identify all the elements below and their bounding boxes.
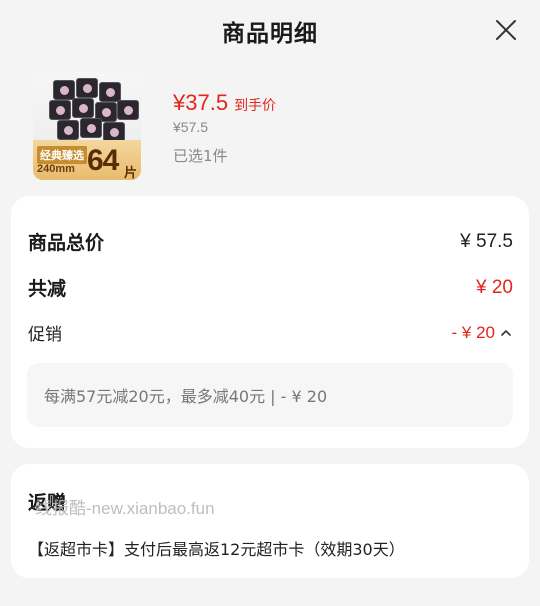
sheet-header: 商品明细 xyxy=(0,0,540,62)
total-price-value: ¥ 57.5 xyxy=(460,230,513,252)
discount-value: ¥ 20 xyxy=(476,276,513,298)
total-price-row: 商品总价 ¥ 57.5 xyxy=(28,228,513,255)
promotion-detail: 每满57元减20元，最多减40元 | - ¥ 20 xyxy=(27,363,513,427)
promotion-toggle[interactable]: - ¥ 20 xyxy=(452,323,513,343)
thumbnail-label: 经典臻选 xyxy=(37,146,87,164)
promotion-label: 促销 xyxy=(28,325,62,345)
original-price: ¥57.5 xyxy=(173,119,209,135)
thumbnail-count: 64 xyxy=(87,144,119,177)
product-thumbnail: 经典臻选 240mm 64 片 xyxy=(33,72,141,180)
thumbnail-unit: 片 xyxy=(124,165,138,180)
gift-card: 返赠 线报酷-new.xianbao.fun 【返超市卡】支付后最高返12元超市… xyxy=(11,464,529,578)
gift-description: 【返超市卡】支付后最高返12元超市卡（效期30天） xyxy=(28,540,405,559)
chevron-up-icon xyxy=(501,329,511,336)
close-icon[interactable] xyxy=(494,18,518,42)
promotion-row[interactable]: 促销 - ¥ 20 xyxy=(28,320,513,345)
product-summary: 经典臻选 240mm 64 片 ¥37.5 到手价 ¥57.5 已选1件 xyxy=(33,72,513,182)
sheet-title: 商品明细 xyxy=(222,21,318,47)
final-price-amount: ¥37.5 xyxy=(173,90,229,115)
watermark: 线报酷-new.xianbao.fun xyxy=(35,499,215,518)
discount-row: 共减 ¥ 20 xyxy=(28,274,513,301)
final-price-tag: 到手价 xyxy=(234,98,277,114)
total-price-label: 商品总价 xyxy=(28,232,105,254)
final-price: ¥37.5 到手价 xyxy=(173,90,276,116)
thumbnail-size: 240mm xyxy=(37,163,75,175)
selected-count: 已选1件 xyxy=(173,147,228,165)
discount-label: 共减 xyxy=(28,278,67,300)
price-breakdown-card: 商品总价 ¥ 57.5 共减 ¥ 20 促销 - ¥ 20 每满57元减20元，… xyxy=(11,196,529,448)
promotion-value: - ¥ 20 xyxy=(451,322,495,342)
